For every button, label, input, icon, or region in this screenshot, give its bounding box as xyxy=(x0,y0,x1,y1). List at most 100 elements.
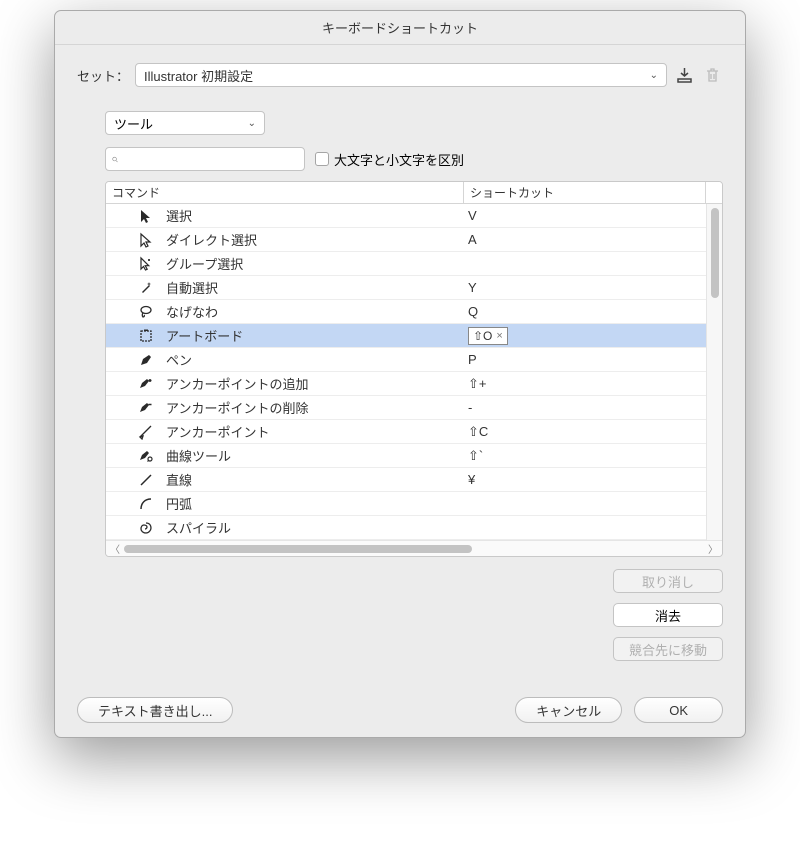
table-row[interactable]: スパイラル xyxy=(106,516,706,540)
horizontal-scroll-track[interactable] xyxy=(124,545,704,553)
spiral-icon xyxy=(106,520,166,536)
command-name: ダイレクト選択 xyxy=(166,230,464,249)
curvature-icon xyxy=(106,448,166,464)
undo-button: 取り消し xyxy=(613,569,723,593)
shortcut-cell[interactable]: Y xyxy=(464,280,706,295)
table-row[interactable]: 自動選択Y xyxy=(106,276,706,300)
shortcut-edit-field[interactable]: ⇧O × xyxy=(468,327,508,345)
command-name: なげなわ xyxy=(166,302,464,321)
set-value: Illustrator 初期設定 xyxy=(144,66,253,85)
shortcut-cell[interactable]: ¥ xyxy=(464,472,706,487)
table-row[interactable]: 曲線ツール⇧` xyxy=(106,444,706,468)
command-name: アンカーポイントの削除 xyxy=(166,398,464,417)
cancel-button[interactable]: キャンセル xyxy=(515,697,622,723)
command-name: 直線 xyxy=(166,470,464,489)
magic-wand-icon xyxy=(106,280,166,296)
table-header: コマンド ショートカット xyxy=(106,182,722,204)
command-name: スパイラル xyxy=(166,518,464,537)
type-value: ツール xyxy=(114,114,153,133)
line-icon xyxy=(106,472,166,488)
dialog-content: セット： Illustrator 初期設定 ⌄ ツール ⌄ xyxy=(55,45,745,737)
ok-button[interactable]: OK xyxy=(634,697,723,723)
shortcut-cell[interactable]: A xyxy=(464,232,706,247)
set-label: セット： xyxy=(77,66,129,85)
table-row[interactable]: なげなわQ xyxy=(106,300,706,324)
case-sensitive-row[interactable]: 大文字と小文字を区別 xyxy=(315,150,464,169)
table-row[interactable]: ペンP xyxy=(106,348,706,372)
title-bar: キーボードショートカット xyxy=(55,11,745,45)
selection-icon xyxy=(106,208,166,224)
table-row[interactable]: アートボード ⇧O × xyxy=(106,324,706,348)
search-box[interactable] xyxy=(105,147,305,171)
case-sensitive-label: 大文字と小文字を区別 xyxy=(334,150,464,169)
group-selection-icon xyxy=(106,256,166,272)
side-buttons: 取り消し 消去 競合先に移動 xyxy=(105,569,723,661)
arc-icon xyxy=(106,496,166,512)
window-title: キーボードショートカット xyxy=(322,21,478,36)
command-name: アートボード xyxy=(166,326,464,345)
table-row[interactable]: 円弧 xyxy=(106,492,706,516)
direct-selection-icon xyxy=(106,232,166,248)
set-dropdown[interactable]: Illustrator 初期設定 ⌄ xyxy=(135,63,667,87)
footer-right: キャンセル OK xyxy=(515,697,723,723)
footer: テキスト書き出し... キャンセル OK xyxy=(77,697,723,723)
table-row[interactable]: アンカーポイントの追加⇧+ xyxy=(106,372,706,396)
case-sensitive-checkbox[interactable] xyxy=(315,152,329,166)
table-row[interactable]: アンカーポイント⇧C xyxy=(106,420,706,444)
export-text-button[interactable]: テキスト書き出し... xyxy=(77,697,233,723)
command-name: 円弧 xyxy=(166,494,464,513)
command-name: ペン xyxy=(166,350,464,369)
shortcut-value: ⇧O xyxy=(473,329,492,343)
column-header-command[interactable]: コマンド xyxy=(106,182,464,203)
shortcut-cell[interactable]: P xyxy=(464,352,706,367)
set-row: セット： Illustrator 初期設定 ⌄ xyxy=(77,63,723,87)
horizontal-scrollbar-thumb[interactable] xyxy=(124,545,472,553)
command-name: アンカーポイントの追加 xyxy=(166,374,464,393)
artboard-icon xyxy=(106,328,166,344)
search-row: 大文字と小文字を区別 xyxy=(105,147,723,171)
table-row[interactable]: 直線¥ xyxy=(106,468,706,492)
delete-set-button xyxy=(701,64,723,86)
table-row[interactable]: グループ選択 xyxy=(106,252,706,276)
shortcut-cell[interactable]: ⇧C xyxy=(464,424,706,440)
anchor-point-icon xyxy=(106,424,166,440)
table-row[interactable]: 選択V xyxy=(106,204,706,228)
trash-icon xyxy=(705,67,720,84)
save-set-button[interactable] xyxy=(673,64,695,86)
type-dropdown[interactable]: ツール ⌄ xyxy=(105,111,265,135)
vertical-scrollbar[interactable] xyxy=(706,204,722,540)
search-icon xyxy=(112,153,118,166)
shortcut-cell[interactable]: V xyxy=(464,208,706,223)
shortcuts-table: コマンド ショートカット 選択Vダイレクト選択Aグループ選択自動選択YなげなわQ… xyxy=(105,181,723,557)
table-row[interactable]: アンカーポイントの削除- xyxy=(106,396,706,420)
delete-anchor-icon xyxy=(106,400,166,416)
save-icon xyxy=(676,67,693,84)
shortcut-cell[interactable]: ⇧O × xyxy=(464,327,706,345)
pen-icon xyxy=(106,352,166,368)
horizontal-scrollbar[interactable]: 〈 〉 xyxy=(106,540,722,556)
vertical-scrollbar-thumb[interactable] xyxy=(711,208,719,298)
lasso-icon xyxy=(106,304,166,320)
command-name: アンカーポイント xyxy=(166,422,464,441)
shortcut-cell[interactable]: ⇧+ xyxy=(464,376,706,392)
column-header-shortcut[interactable]: ショートカット xyxy=(464,182,706,203)
command-name: 選択 xyxy=(166,206,464,225)
command-name: グループ選択 xyxy=(166,254,464,273)
goto-conflict-button: 競合先に移動 xyxy=(613,637,723,661)
table-row[interactable]: ダイレクト選択A xyxy=(106,228,706,252)
shortcut-cell[interactable]: - xyxy=(464,400,706,415)
shortcut-cell[interactable]: ⇧` xyxy=(464,448,706,464)
scroll-right-arrow-icon[interactable]: 〉 xyxy=(708,541,718,556)
command-name: 自動選択 xyxy=(166,278,464,297)
command-name: 曲線ツール xyxy=(166,446,464,465)
search-input[interactable] xyxy=(122,152,298,167)
rows-area: 選択Vダイレクト選択Aグループ選択自動選択YなげなわQアートボード⇧O×ペンPア… xyxy=(106,204,706,540)
chevron-down-icon: ⌄ xyxy=(248,118,256,129)
clear-button[interactable]: 消去 xyxy=(613,603,723,627)
panel: ツール ⌄ 大文字と小文字を区別 コマンド ショートカット xyxy=(105,111,723,661)
scroll-left-arrow-icon[interactable]: 〈 xyxy=(110,541,120,556)
table-body: 選択Vダイレクト選択Aグループ選択自動選択YなげなわQアートボード⇧O×ペンPア… xyxy=(106,204,722,540)
clear-shortcut-icon[interactable]: × xyxy=(496,330,502,342)
shortcut-cell[interactable]: Q xyxy=(464,304,706,319)
chevron-down-icon: ⌄ xyxy=(650,70,658,81)
